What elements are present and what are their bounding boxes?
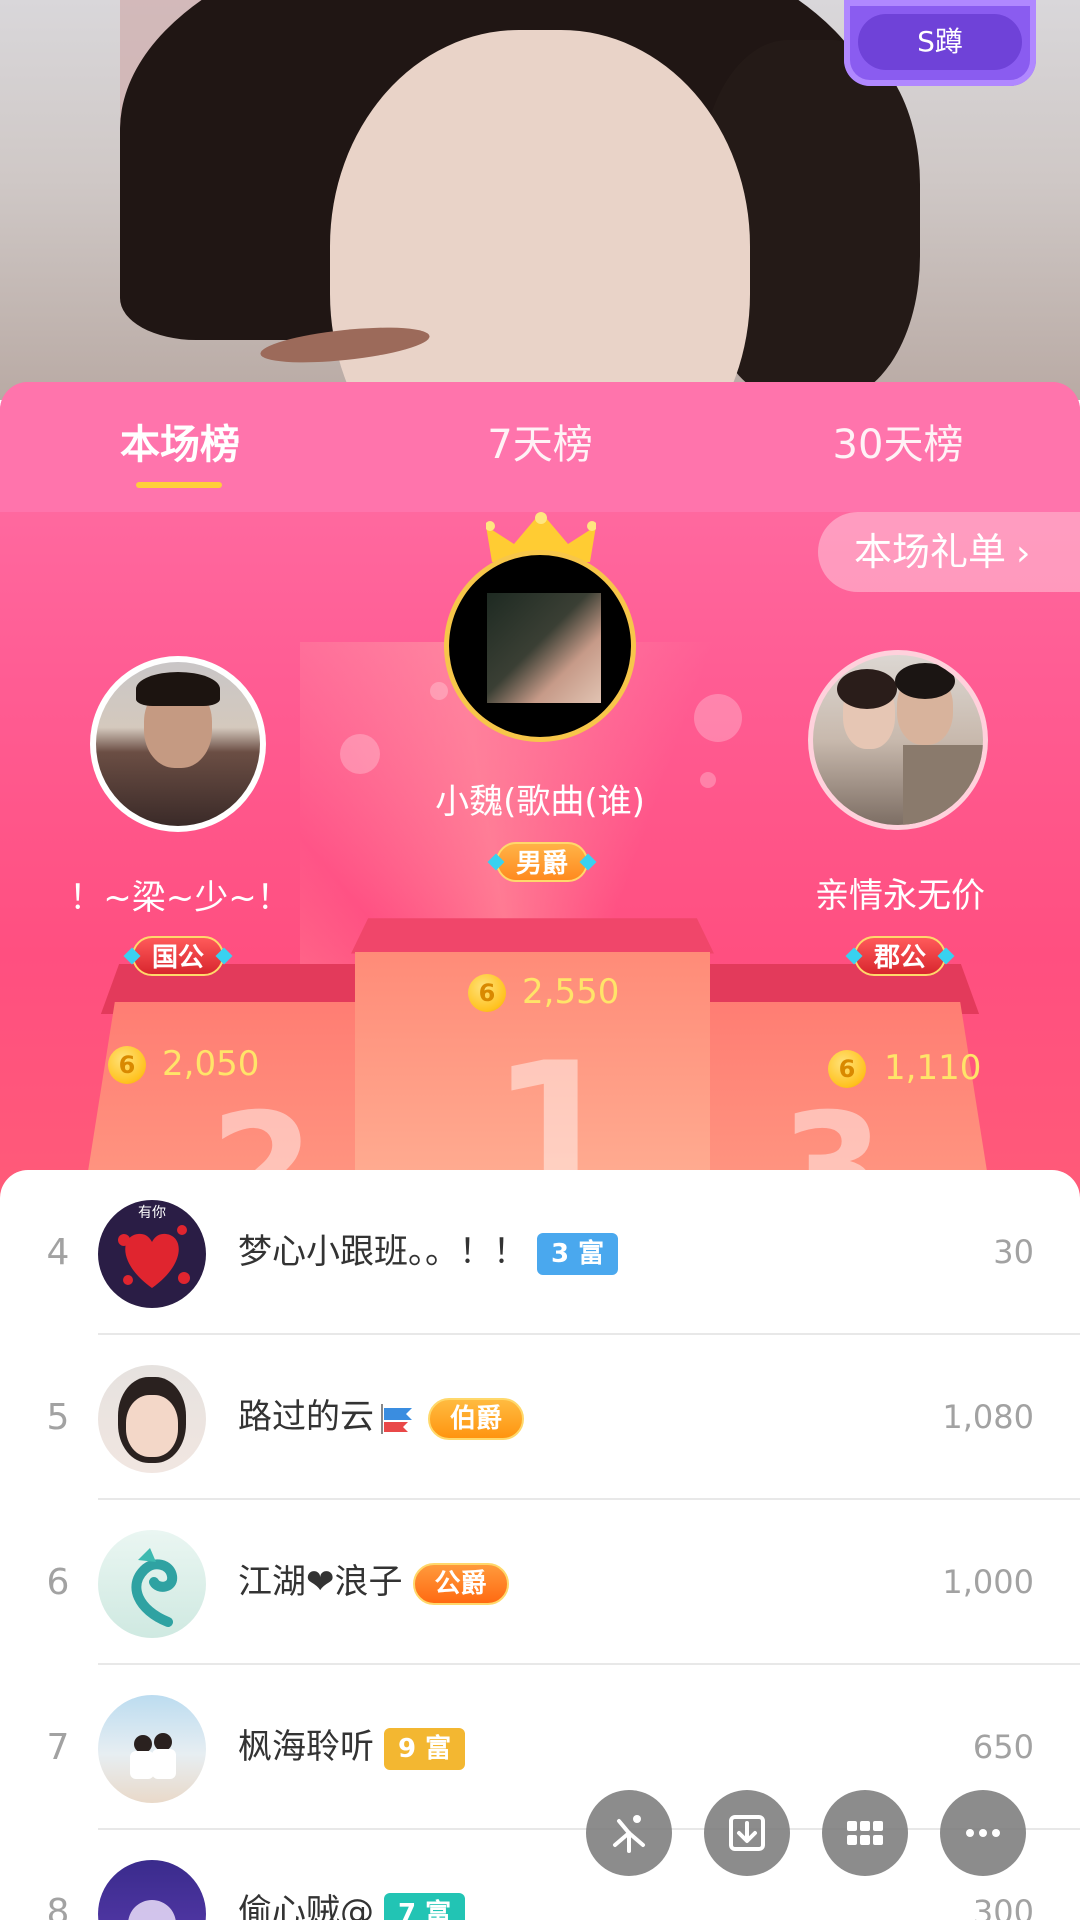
user-name: 路过的云 伯爵	[238, 1335, 525, 1500]
coin-icon: 6	[468, 974, 506, 1012]
rank-number: 5	[46, 1397, 70, 1438]
top3-title-badge: 郡公	[845, 936, 955, 976]
sparkle-icon	[613, 1815, 645, 1853]
download-button[interactable]	[704, 1790, 790, 1876]
top1-name: 小魏(歌曲(谁)	[435, 782, 645, 822]
decor-bubble	[694, 694, 742, 742]
user-name-text: 偷心贼@	[238, 1892, 374, 1920]
room-badge-label: S蹲	[858, 14, 1022, 70]
top2-avatar[interactable]	[90, 656, 266, 832]
score: 1,000	[942, 1563, 1034, 1601]
top1-title-label: 男爵	[516, 849, 569, 879]
badge-gem-icon	[845, 947, 863, 965]
more-icon	[966, 1829, 1000, 1837]
noble-title-badge: 公爵	[412, 1562, 509, 1605]
list-row[interactable]: 4 有你 梦心小跟班。。！！ 3 富 30	[0, 1170, 1080, 1335]
avatar[interactable]	[98, 1695, 206, 1803]
chevron-right-icon: ›	[1016, 533, 1031, 574]
ranking-tabs: 本场榜 7天榜 30天榜	[0, 382, 1080, 512]
active-tab-underline	[136, 482, 222, 488]
avatar[interactable]: 有你	[98, 1200, 206, 1308]
ranking-panel: 本场榜 7天榜 30天榜 本场礼单 › 1 2 3 小魏(歌曲(谁) 男爵 6 2…	[0, 382, 1080, 1202]
badge-gem-icon	[123, 947, 141, 965]
score: 30	[993, 1233, 1034, 1271]
more-button[interactable]	[940, 1790, 1026, 1876]
avatar[interactable]	[98, 1860, 206, 1920]
decor-bubble	[430, 682, 448, 700]
top2-score: 2,050	[162, 1044, 260, 1084]
user-name-text: 江湖❤浪子	[238, 1562, 403, 1602]
coin-icon: 6	[108, 1046, 146, 1084]
dragon-icon	[131, 1548, 178, 1627]
sparkle-button[interactable]	[586, 1790, 672, 1876]
gift-list-label: 本场礼单	[854, 530, 1007, 574]
user-name: 枫海聆听 9 富	[238, 1665, 466, 1830]
list-row[interactable]: 7 枫海聆听 9 富 650	[0, 1665, 1080, 1830]
top2-name: ！~梁~少~！	[69, 878, 291, 918]
user-name: 梦心小跟班。。！！ 3 富	[238, 1170, 619, 1335]
rank-number: 4	[46, 1232, 70, 1273]
grid-icon	[847, 1821, 883, 1845]
badge-gem-icon	[937, 947, 955, 965]
ranking-list: 4 有你 梦心小跟班。。！！3 富 30 5 路过的云 伯爵 1,080 6	[0, 1170, 1080, 1920]
top1-title-badge: 男爵	[487, 842, 597, 882]
grid-button[interactable]	[822, 1790, 908, 1876]
top3-avatar[interactable]	[808, 650, 988, 830]
coin-icon: 6	[828, 1050, 866, 1088]
tab-current-show[interactable]: 本场榜	[100, 410, 260, 480]
noble-title-badge: 伯爵	[428, 1397, 525, 1440]
score: 1,080	[942, 1398, 1034, 1436]
rank-number: 6	[46, 1562, 70, 1603]
top3-name: 亲情永无价	[815, 876, 985, 916]
list-row[interactable]: 6 江湖❤浪子 公爵 1,000	[0, 1500, 1080, 1665]
top3-score: 1,110	[884, 1048, 982, 1088]
top2-title-badge: 国公	[123, 936, 233, 976]
decor-bubble	[340, 734, 380, 774]
list-row[interactable]: 8 偷心贼@ 7 富 300	[0, 1830, 1080, 1920]
wealth-level-badge: 3 富	[537, 1232, 619, 1275]
podium-center-top	[351, 918, 714, 954]
rank-number: 7	[46, 1727, 70, 1768]
user-name: 江湖❤浪子 公爵	[238, 1500, 509, 1665]
user-name-text: 路过的云	[238, 1397, 374, 1437]
download-icon	[729, 1815, 765, 1851]
tab-7-days[interactable]: 7天榜	[460, 410, 620, 480]
user-name-text: 梦心小跟班。。！！	[238, 1232, 527, 1272]
badge-gem-icon	[215, 947, 233, 965]
avatar[interactable]	[98, 1365, 206, 1473]
top1-avatar[interactable]	[444, 550, 636, 742]
top3-title-label: 郡公	[874, 943, 927, 973]
wealth-level-badge: 9 富	[384, 1727, 466, 1770]
wealth-level-badge: 7 富	[384, 1892, 466, 1920]
top2-title-label: 国公	[152, 943, 205, 973]
heart-icon	[118, 1225, 190, 1288]
avatar[interactable]	[98, 1530, 206, 1638]
user-name-text: 枫海聆听	[238, 1727, 374, 1767]
room-badge[interactable]: S蹲	[844, 0, 1036, 86]
list-row[interactable]: 5 路过的云 伯爵 1,080	[0, 1335, 1080, 1500]
tab-30-days[interactable]: 30天榜	[818, 410, 978, 480]
user-name: 偷心贼@ 7 富	[238, 1830, 466, 1920]
decor-bubble	[700, 772, 716, 788]
koinobori-icon	[381, 1403, 412, 1434]
top1-score: 2,550	[522, 972, 620, 1012]
rank-number: 8	[46, 1892, 70, 1920]
gift-list-button[interactable]: 本场礼单 ›	[818, 512, 1080, 592]
